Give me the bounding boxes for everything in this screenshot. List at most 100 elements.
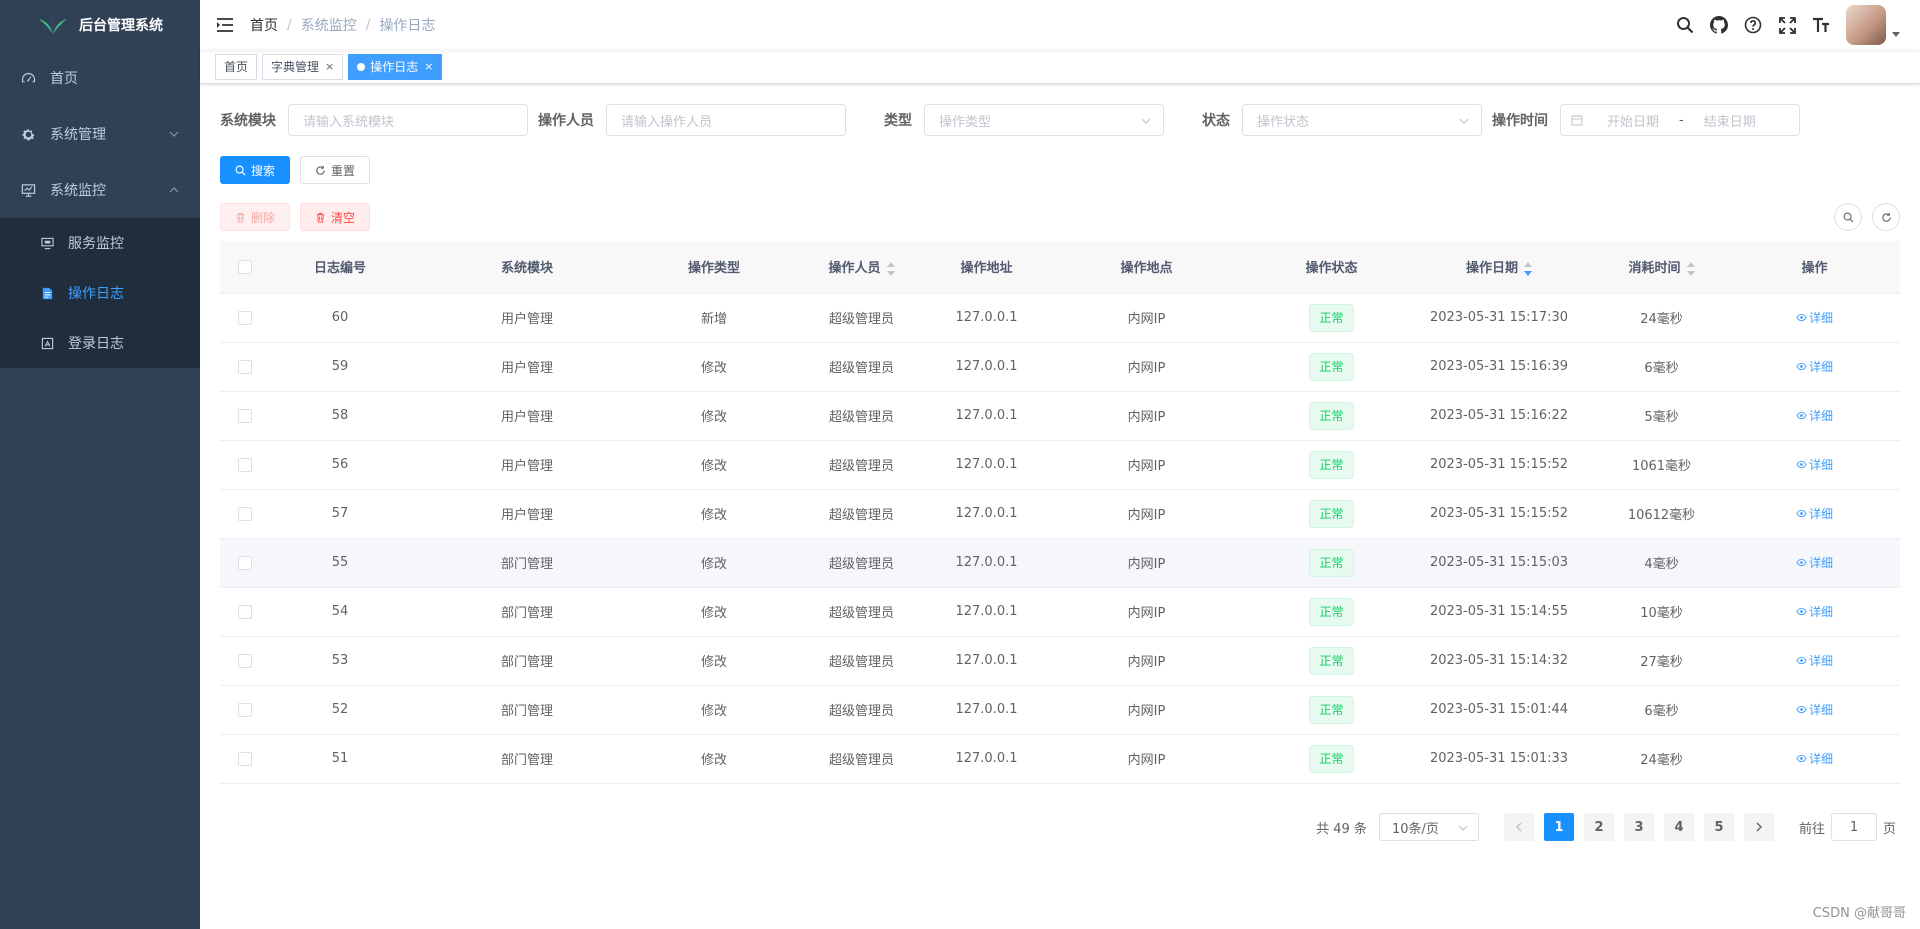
row-checkbox[interactable]: [238, 653, 252, 668]
operator-input[interactable]: 请输入操作人员: [606, 104, 846, 136]
row-checkbox[interactable]: [238, 457, 252, 472]
close-icon[interactable]: ×: [424, 55, 433, 79]
watermark: CSDN @献哥哥: [1812, 906, 1906, 921]
breadcrumb-item-home[interactable]: 首页: [250, 15, 278, 35]
toggle-search-button[interactable]: [1834, 203, 1862, 231]
sidebar-item-home[interactable]: 首页: [0, 50, 200, 106]
select-all-checkbox[interactable]: [238, 259, 252, 274]
tag-dict[interactable]: 字典管理 ×: [262, 53, 344, 80]
table-row[interactable]: 59 用户管理 修改 超级管理员 127.0.0.1 内网IP 正常 2023-05-31 1…: [220, 342, 1900, 392]
tag-operlog[interactable]: 操作日志 ×: [348, 53, 443, 80]
row-checkbox[interactable]: [238, 359, 252, 374]
detail-button[interactable]: 详细: [1796, 603, 1833, 620]
detail-button[interactable]: 详细: [1796, 750, 1833, 767]
detail-button[interactable]: 详细: [1796, 309, 1833, 326]
status-badge: 正常: [1309, 352, 1354, 381]
sort-caret-icon[interactable]: [1686, 261, 1695, 276]
page-number-3[interactable]: 3: [1623, 813, 1654, 841]
row-checkbox[interactable]: [238, 751, 252, 766]
prev-page-button[interactable]: [1503, 813, 1534, 841]
detail-button[interactable]: 详细: [1796, 358, 1833, 375]
search-button[interactable]: 搜索: [220, 156, 291, 184]
row-checkbox[interactable]: [238, 506, 252, 521]
search-form: 系统模块 请输入系统模块 操作人员 请输入操作人员 类型 操作类型 状态 操作状…: [220, 104, 1900, 136]
sort-caret-icon[interactable]: [1524, 261, 1532, 276]
detail-button[interactable]: 详细: [1796, 701, 1833, 718]
chevron-down-icon: [1458, 825, 1468, 831]
sidebar-item-monitor[interactable]: 系统监控: [0, 162, 200, 218]
avatar[interactable]: [1846, 5, 1886, 45]
row-checkbox[interactable]: [238, 408, 252, 423]
github-button[interactable]: [1702, 0, 1736, 50]
tag-home[interactable]: 首页: [215, 53, 258, 80]
detail-button[interactable]: 详细: [1796, 652, 1833, 669]
page-number-4[interactable]: 4: [1663, 813, 1694, 841]
column-header-operator[interactable]: 操作人员: [784, 241, 939, 294]
table-row[interactable]: 52 部门管理 修改 超级管理员 127.0.0.1 内网IP 正常 2023-05-31 1…: [220, 685, 1900, 735]
row-checkbox[interactable]: [238, 702, 252, 717]
cell-operator: 超级管理员: [784, 293, 939, 343]
refresh-table-button[interactable]: [1872, 203, 1900, 231]
document-button[interactable]: [1736, 0, 1770, 50]
next-page-button[interactable]: [1743, 813, 1774, 841]
table-row[interactable]: 53 部门管理 修改 超级管理员 127.0.0.1 内网IP 正常 2023-05-31 1…: [220, 636, 1900, 686]
table-row[interactable]: 55 部门管理 修改 超级管理员 127.0.0.1 内网IP 正常 2023-05-31 1…: [220, 538, 1900, 588]
date-range-picker[interactable]: 开始日期 - 结束日期: [1560, 104, 1800, 136]
detail-button[interactable]: 详细: [1796, 505, 1833, 522]
table-toolbar: 删除 清空: [220, 203, 1900, 231]
start-date-input[interactable]: 开始日期: [1599, 111, 1667, 130]
fullscreen-button[interactable]: [1770, 0, 1804, 50]
app-title: 后台管理系统: [79, 18, 163, 34]
table-row[interactable]: 57 用户管理 修改 超级管理员 127.0.0.1 内网IP 正常 2023-05-31 1…: [220, 489, 1900, 539]
status-badge: 正常: [1309, 303, 1354, 332]
search-icon: [1843, 212, 1853, 222]
table-row[interactable]: 60 用户管理 新增 超级管理员 127.0.0.1 内网IP 正常 2023-05-31 1…: [220, 293, 1900, 343]
status-select[interactable]: 操作状态: [1242, 104, 1482, 136]
table-row[interactable]: 51 部门管理 修改 超级管理员 127.0.0.1 内网IP 正常 2023-05-31 1…: [220, 734, 1900, 784]
table-row[interactable]: 58 用户管理 修改 超级管理员 127.0.0.1 内网IP 正常 2023-05-31 1…: [220, 391, 1900, 441]
type-select[interactable]: 操作类型: [924, 104, 1164, 136]
page-number-1[interactable]: 1: [1543, 813, 1574, 841]
hamburger-button[interactable]: [200, 0, 250, 50]
logo[interactable]: 后台管理系统: [0, 0, 200, 50]
delete-button[interactable]: 删除: [220, 203, 291, 231]
detail-button[interactable]: 详细: [1796, 456, 1833, 473]
sidebar-item-logininfor[interactable]: 登录日志: [0, 318, 200, 368]
sidebar-item-server-monitor[interactable]: 服务监控: [0, 218, 200, 268]
cell-actions: 详细: [1729, 391, 1900, 441]
detail-button[interactable]: 详细: [1796, 554, 1833, 571]
size-select-button[interactable]: [1804, 0, 1838, 50]
module-placeholder: 请输入系统模块: [303, 114, 395, 130]
caret-down-icon[interactable]: [1892, 31, 1900, 37]
row-checkbox[interactable]: [238, 555, 252, 570]
column-header-cost[interactable]: 消耗时间: [1594, 241, 1729, 294]
sidebar-item-system[interactable]: 系统管理: [0, 106, 200, 162]
reset-button[interactable]: 重置: [300, 156, 371, 184]
breadcrumb-item-current: 操作日志: [379, 18, 436, 34]
page-number-5[interactable]: 5: [1703, 813, 1734, 841]
row-checkbox[interactable]: [238, 604, 252, 619]
clear-button[interactable]: 清空: [300, 203, 371, 231]
close-icon[interactable]: ×: [325, 55, 334, 79]
module-input[interactable]: 请输入系统模块: [288, 104, 528, 136]
page-number-2[interactable]: 2: [1583, 813, 1614, 841]
row-checkbox[interactable]: [238, 310, 252, 325]
sidebar-item-operlog[interactable]: 操作日志: [0, 268, 200, 318]
cell-actions: 详细: [1729, 489, 1900, 539]
sidebar-item-label: 系统管理: [50, 127, 106, 143]
cell-actions: 详细: [1729, 538, 1900, 588]
column-header-time[interactable]: 操作日期: [1404, 241, 1594, 294]
table-row[interactable]: 56 用户管理 修改 超级管理员 127.0.0.1 内网IP 正常 2023-05-31 1…: [220, 440, 1900, 490]
cell-location: 内网IP: [1034, 538, 1259, 588]
detail-button[interactable]: 详细: [1796, 407, 1833, 424]
page-size-select[interactable]: 10条/页: [1378, 813, 1479, 841]
goto-page-input[interactable]: 1: [1830, 813, 1877, 841]
row-select-cell: [220, 293, 270, 343]
end-date-input[interactable]: 结束日期: [1696, 111, 1764, 130]
sort-caret-icon[interactable]: [886, 261, 895, 276]
cell-cost: 10毫秒: [1594, 587, 1729, 637]
header-search-button[interactable]: [1668, 0, 1702, 50]
row-select-cell: [220, 440, 270, 490]
table-row[interactable]: 54 部门管理 修改 超级管理员 127.0.0.1 内网IP 正常 2023-05-31 1…: [220, 587, 1900, 637]
cell-operator: 超级管理员: [784, 342, 939, 392]
